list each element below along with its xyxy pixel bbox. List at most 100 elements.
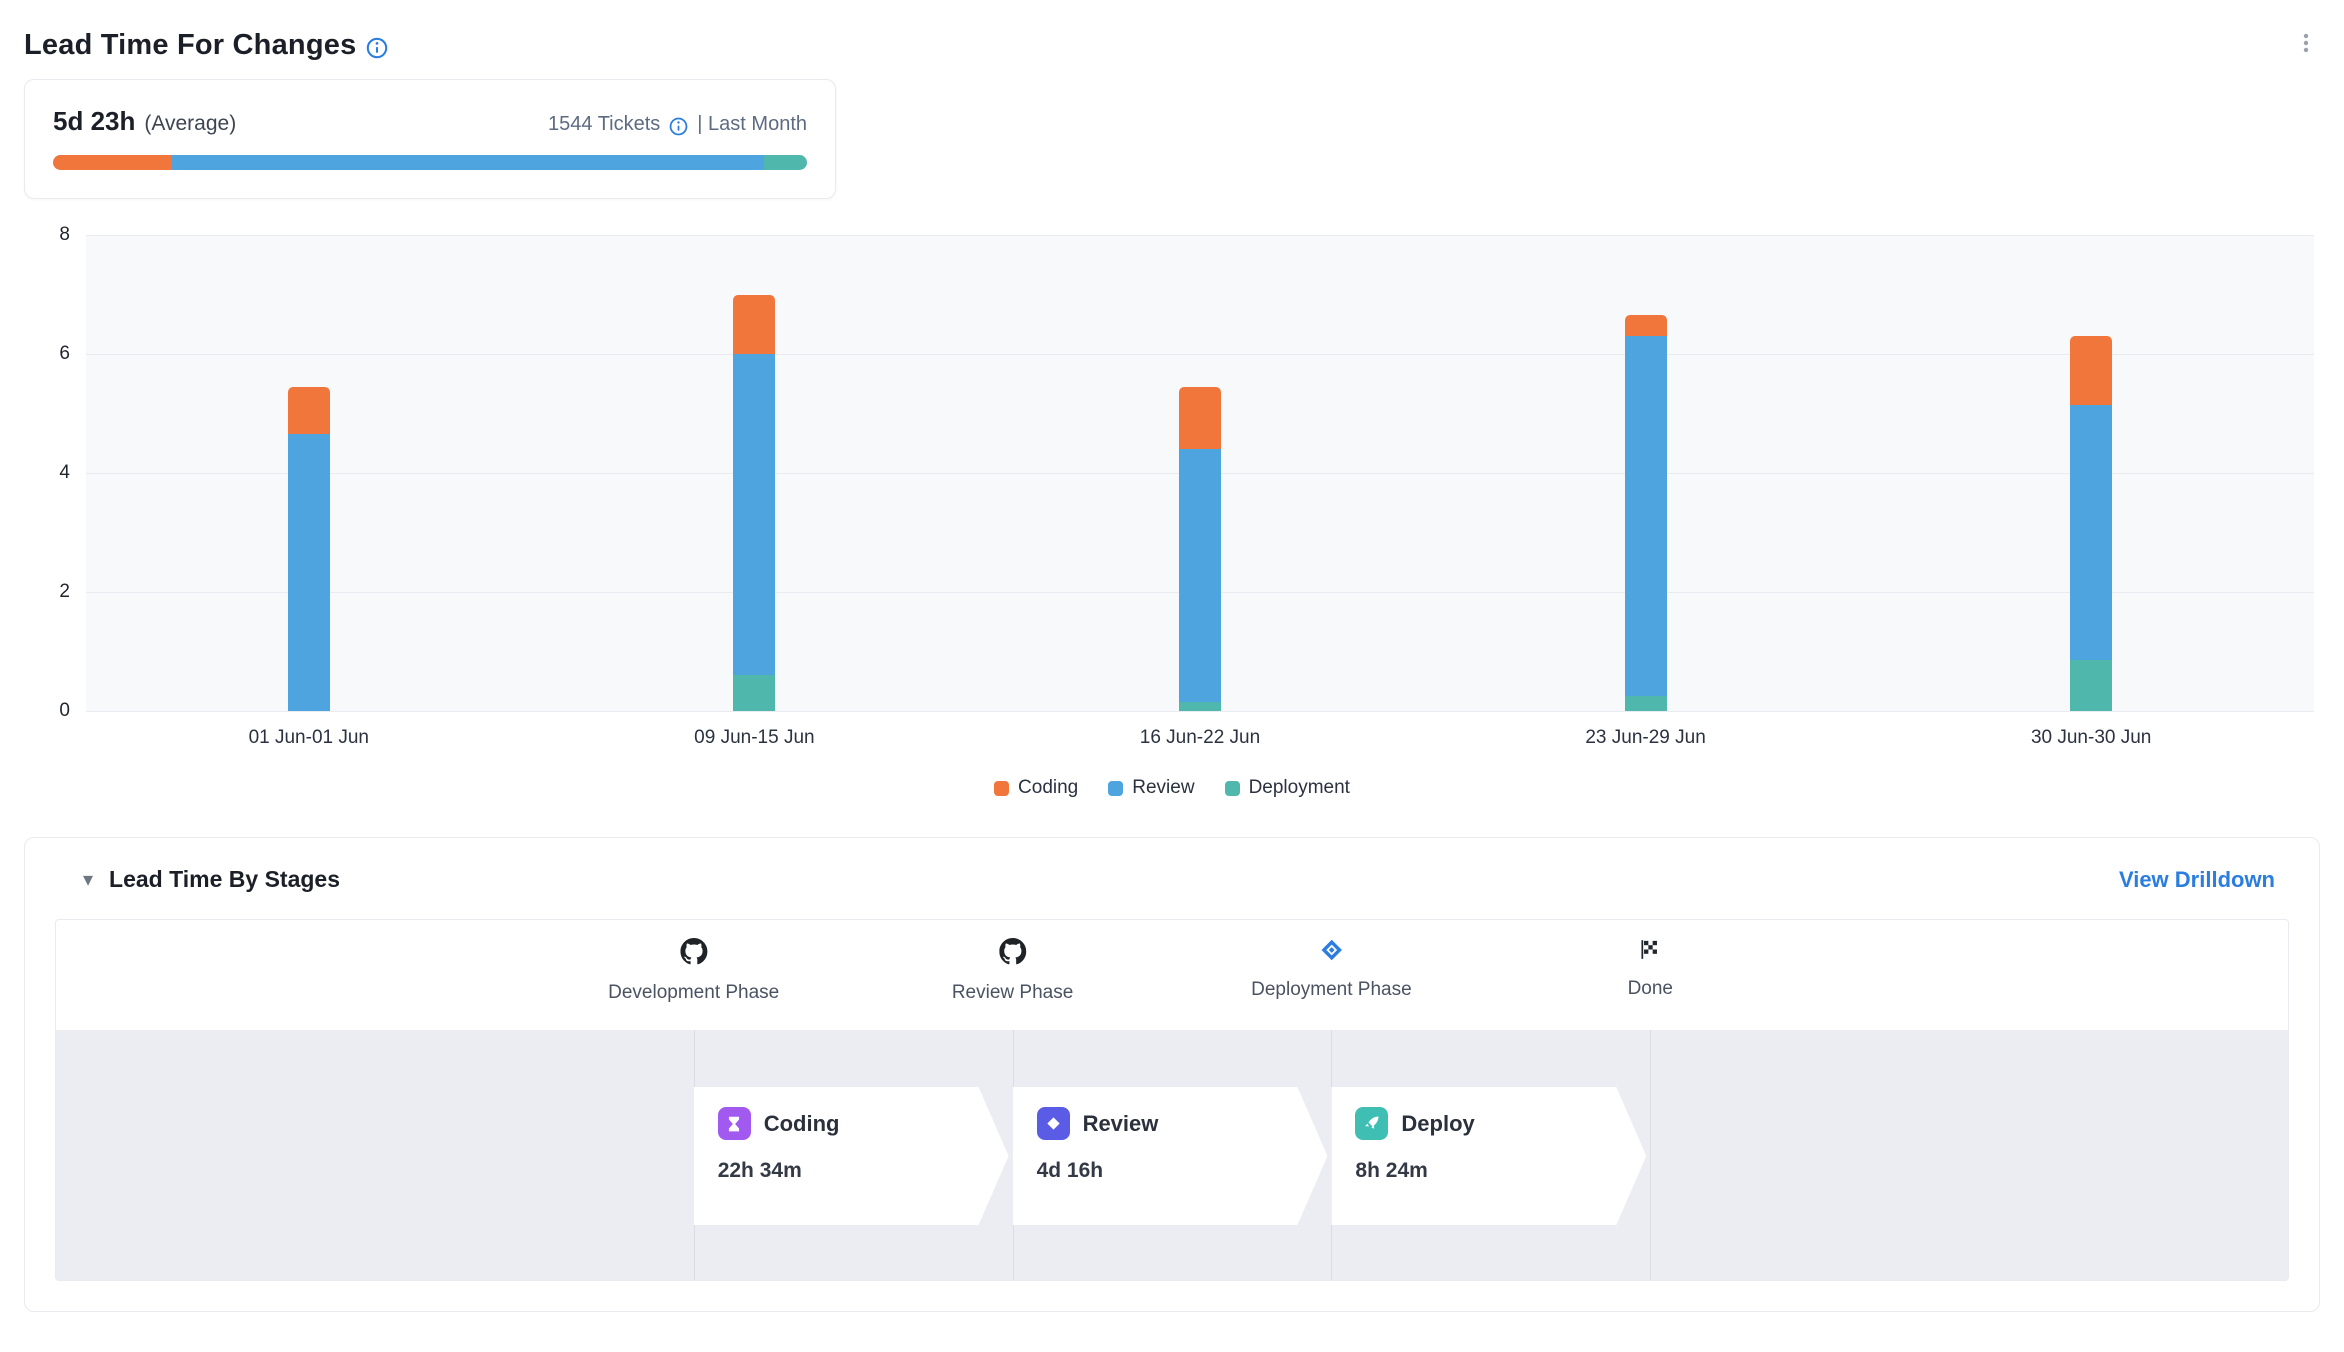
bar-segment-deployment[interactable] [733, 675, 775, 711]
milestone-label: Done [1628, 978, 1673, 1000]
bar-column [1423, 235, 1869, 711]
lead-time-widget: Lead Time For Changes 5d 23h (Average) 1… [0, 0, 2344, 1352]
average-label: (Average) [144, 112, 236, 136]
bar-segment-coding[interactable] [733, 295, 775, 355]
lead-time-chart: 02468 01 Jun-01 Jun09 Jun-15 Jun16 Jun-2… [24, 235, 2320, 799]
y-tick-label: 6 [59, 343, 70, 365]
finish-flag-icon [1639, 938, 1662, 966]
legend-swatch-review [1108, 781, 1123, 796]
milestone-label: Review Phase [952, 982, 1073, 1004]
legend-item-deployment[interactable]: Deployment [1225, 777, 1350, 799]
average-value: 5d 23h [53, 106, 135, 137]
bar-column [532, 235, 978, 711]
summary-progress-bar [53, 155, 807, 170]
milestone-label: Development Phase [608, 982, 779, 1004]
milestones-row: Development Phase Review Phase Deployment … [56, 920, 2288, 1030]
github-icon [680, 938, 707, 966]
github-icon [999, 938, 1026, 966]
summary-bar-segment-coding [53, 155, 172, 170]
stacked-bar[interactable] [2070, 336, 2112, 711]
bar-segment-review[interactable] [288, 434, 330, 711]
x-axis: 01 Jun-01 Jun09 Jun-15 Jun16 Jun-22 Jun2… [86, 727, 2314, 749]
stage-card-deploy[interactable]: Deploy 8h 24m [1331, 1087, 1646, 1225]
kebab-menu-icon[interactable] [2292, 28, 2320, 63]
bar-column [977, 235, 1423, 711]
bar-segment-coding[interactable] [288, 387, 330, 435]
summary-bar-segment-deployment [764, 155, 807, 170]
legend-swatch-coding [994, 781, 1009, 796]
x-tick-label: 30 Jun-30 Jun [1868, 727, 2314, 749]
stage-name: Review [1083, 1111, 1159, 1137]
stacked-bar[interactable] [1625, 315, 1667, 711]
summary-bar-segment-review [172, 155, 764, 170]
bar-segment-review[interactable] [1179, 449, 1221, 702]
bar-column [86, 235, 532, 711]
stacked-bar[interactable] [733, 295, 775, 711]
bar-segment-review[interactable] [2070, 405, 2112, 661]
widget-header: Lead Time For Changes [24, 28, 2320, 63]
stacked-bar[interactable] [288, 387, 330, 711]
tickets-count: 1544 Tickets [548, 113, 660, 136]
milestone-development-phase: Development Phase [608, 938, 779, 1004]
stage-name: Coding [764, 1111, 840, 1137]
summary-card: 5d 23h (Average) 1544 Tickets | Last Mon… [24, 79, 836, 199]
stage-card-review[interactable]: Review 4d 16h [1013, 1087, 1328, 1225]
chart-legend: Coding Review Deployment [24, 777, 2320, 799]
x-tick-label: 23 Jun-29 Jun [1423, 727, 1869, 749]
bar-segment-deployment[interactable] [1625, 696, 1667, 711]
stage-body: Coding 22h 34m Review 4d 16h Deploy 8h 24m [56, 1030, 2288, 1280]
view-drilldown-link[interactable]: View Drilldown [2119, 867, 2275, 893]
collapse-caret-icon[interactable]: ▾ [83, 870, 93, 890]
y-tick-label: 8 [59, 224, 70, 246]
stage-duration: 8h 24m [1355, 1159, 1622, 1183]
stage-card-header: Deploy [1355, 1107, 1622, 1140]
legend-label: Review [1132, 777, 1194, 799]
review-icon [1037, 1107, 1070, 1140]
legend-item-coding[interactable]: Coding [994, 777, 1078, 799]
stage-duration: 4d 16h [1037, 1159, 1304, 1183]
lead-time-by-stages-panel: ▾ Lead Time By Stages View Drilldown Dev… [24, 837, 2320, 1312]
y-axis: 02468 [24, 235, 86, 711]
milestone-deployment-phase: Deployment Phase [1251, 938, 1412, 1001]
y-tick-label: 4 [59, 462, 70, 484]
period-label: | Last Month [697, 113, 807, 136]
page-title: Lead Time For Changes [24, 29, 356, 62]
bar-segment-review[interactable] [1625, 336, 1667, 696]
panel-header: ▾ Lead Time By Stages View Drilldown [25, 838, 2319, 917]
stage-card-header: Coding [718, 1107, 985, 1140]
x-tick-label: 09 Jun-15 Jun [532, 727, 978, 749]
title-info-icon[interactable] [366, 37, 388, 59]
y-tick-label: 0 [59, 700, 70, 722]
legend-swatch-deployment [1225, 781, 1240, 796]
bar-column [1868, 235, 2314, 711]
bar-segment-deployment[interactable] [2070, 660, 2112, 711]
milestone-review-phase: Review Phase [952, 938, 1073, 1004]
milestone-done: Done [1628, 938, 1673, 1000]
stage-card-coding[interactable]: Coding 22h 34m [694, 1087, 1009, 1225]
stage-card-header: Review [1037, 1107, 1304, 1140]
stage-divider [1650, 1030, 1651, 1280]
legend-label: Deployment [1249, 777, 1350, 799]
stage-duration: 22h 34m [718, 1159, 985, 1183]
legend-label: Coding [1018, 777, 1078, 799]
bar-segment-coding[interactable] [1625, 315, 1667, 336]
tickets-info-icon[interactable] [669, 115, 688, 134]
hourglass-icon [718, 1107, 751, 1140]
rocket-icon [1355, 1107, 1388, 1140]
x-tick-label: 16 Jun-22 Jun [977, 727, 1423, 749]
bar-segment-coding[interactable] [2070, 336, 2112, 404]
milestone-label: Deployment Phase [1251, 979, 1412, 1001]
bar-segment-review[interactable] [733, 354, 775, 675]
bar-segment-coding[interactable] [1179, 387, 1221, 449]
bar-columns [86, 235, 2314, 711]
y-tick-label: 2 [59, 581, 70, 603]
x-tick-label: 01 Jun-01 Jun [86, 727, 532, 749]
gridline-0 [86, 711, 2314, 712]
chart-plot [86, 235, 2314, 711]
stage-name: Deploy [1401, 1111, 1474, 1137]
stage-table: Development Phase Review Phase Deployment … [55, 919, 2289, 1281]
stacked-bar[interactable] [1179, 387, 1221, 711]
bar-segment-deployment[interactable] [1179, 702, 1221, 711]
panel-title: Lead Time By Stages [109, 866, 340, 893]
legend-item-review[interactable]: Review [1108, 777, 1194, 799]
